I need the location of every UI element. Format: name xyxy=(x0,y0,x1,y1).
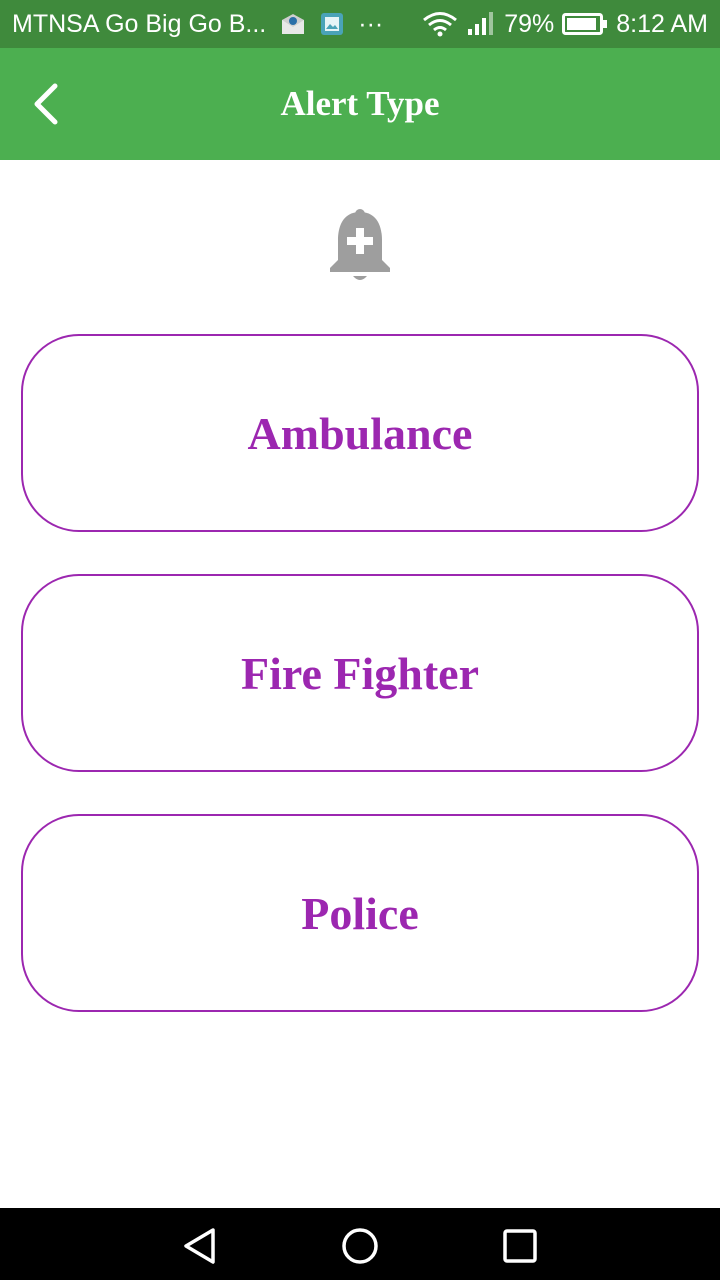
notification-mail-icon xyxy=(280,12,306,36)
nav-back-button[interactable] xyxy=(180,1226,220,1266)
alert-option-ambulance[interactable]: Ambulance xyxy=(21,334,699,532)
back-button[interactable] xyxy=(20,74,72,134)
nav-home-button[interactable] xyxy=(340,1226,380,1266)
more-notifications-icon: ··· xyxy=(358,9,384,38)
system-nav-bar xyxy=(0,1208,720,1280)
notification-image-icon xyxy=(320,12,344,36)
status-right: 79% 8:12 AM xyxy=(422,10,708,39)
carrier-name: MTNSA Go Big Go B... xyxy=(12,9,267,38)
page-title: Alert Type xyxy=(280,84,440,123)
alert-option-label: Fire Fighter xyxy=(241,647,479,699)
alert-option-label: Ambulance xyxy=(247,407,473,459)
chevron-left-icon xyxy=(34,83,58,125)
alert-option-label: Police xyxy=(301,887,419,939)
nav-home-icon xyxy=(342,1228,378,1264)
battery-percent: 79% xyxy=(504,9,555,38)
app-bar: Alert Type xyxy=(0,48,720,160)
battery-icon xyxy=(562,12,608,36)
cell-signal-icon xyxy=(466,11,496,37)
nav-back-icon xyxy=(184,1228,215,1264)
alert-option-police[interactable]: Police xyxy=(21,814,699,1012)
alert-option-fire-fighter[interactable]: Fire Fighter xyxy=(21,574,699,772)
nav-recents-icon xyxy=(503,1229,537,1263)
status-bar: MTNSA Go Big Go B... ··· 79% 8:12 AM xyxy=(0,0,720,48)
status-left: MTNSA Go Big Go B... ··· xyxy=(12,10,422,39)
nav-recents-button[interactable] xyxy=(500,1226,540,1266)
wifi-icon xyxy=(422,11,458,37)
clock: 8:12 AM xyxy=(616,9,708,38)
add-alert-bell-icon xyxy=(326,206,394,284)
